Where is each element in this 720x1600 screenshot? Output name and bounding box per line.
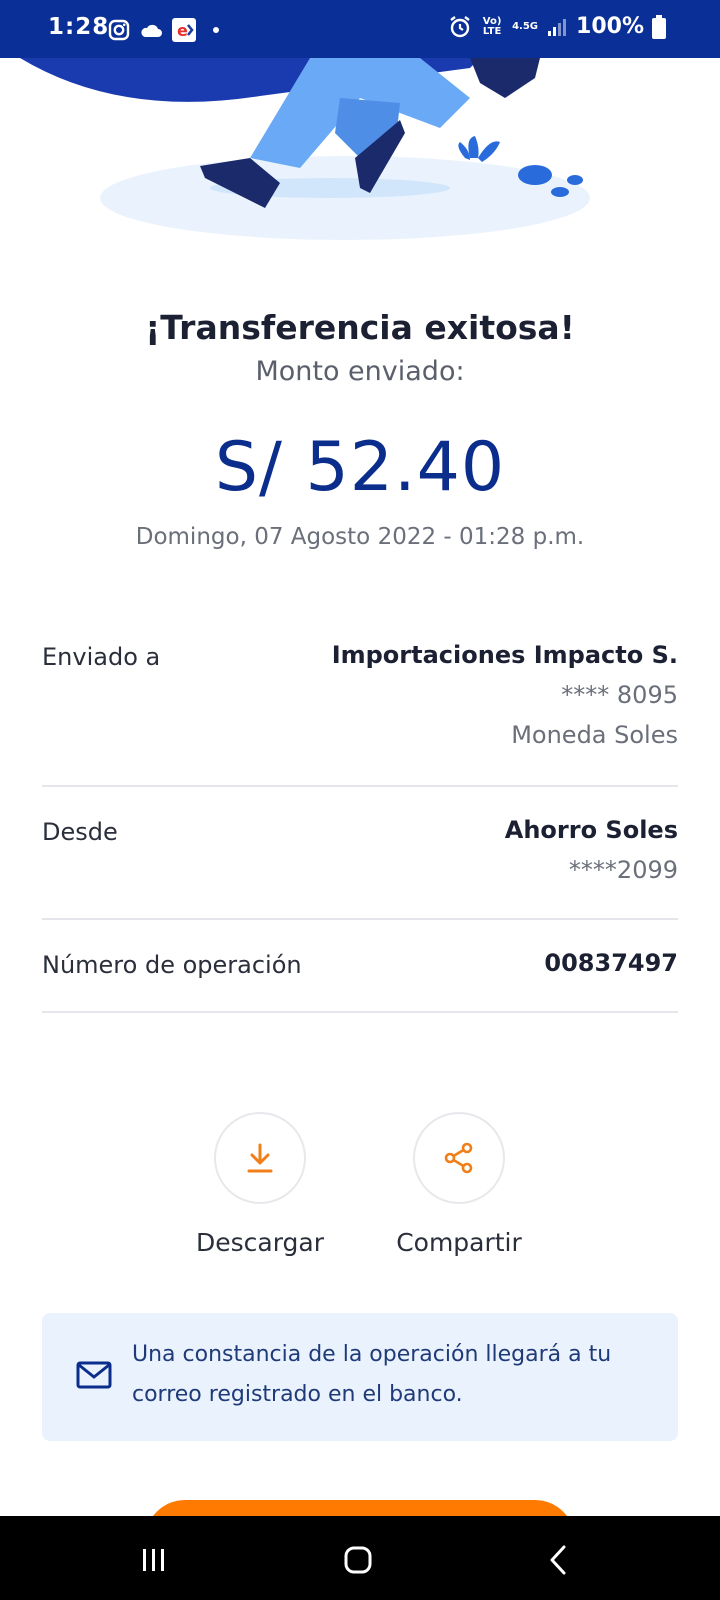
volte-label: Vo) LTE (482, 15, 502, 37)
status-bar: 1:28 e Vo) LTE 4.5G 100% (0, 0, 720, 58)
cloud-icon (141, 24, 162, 37)
success-illustration (20, 58, 590, 240)
network-speed: 4.5G (512, 20, 539, 32)
share-button[interactable]: Compartir (384, 1112, 534, 1257)
status-time: 1:28 (48, 14, 110, 40)
navigation-bar (0, 1516, 720, 1600)
home-icon[interactable] (342, 1544, 374, 1576)
email-notice-text: Una constancia de la operación llegará a… (132, 1342, 612, 1407)
back-icon[interactable] (546, 1544, 570, 1576)
alarm-icon (450, 15, 470, 37)
operation-values: 00837497 (544, 943, 678, 983)
email-notice-box: Una constancia de la operación llegará a… (42, 1313, 678, 1441)
operation-label: Número de operación (42, 951, 302, 979)
transfer-datetime: Domingo, 07 Agosto 2022 - 01:28 p.m. (135, 524, 585, 550)
notification-icons: e (108, 18, 219, 42)
download-label: Descargar (195, 1228, 325, 1257)
from-values: Ahorro Soles ****2099 (505, 810, 678, 890)
detail-row-sent-to: Enviado a Importaciones Impacto S. **** … (42, 641, 678, 787)
detail-row-operation: Número de operación 00837497 (42, 949, 678, 1013)
share-circle[interactable] (413, 1112, 505, 1204)
amount-label: Monto enviado: (255, 356, 465, 387)
download-icon (247, 1143, 273, 1173)
download-button[interactable]: Descargar (185, 1112, 335, 1257)
amount-sent: S/ 52.40 (214, 428, 506, 507)
source-account-name: Ahorro Soles (504, 816, 678, 844)
from-label: Desde (42, 818, 118, 846)
instagram-icon (108, 19, 130, 41)
download-circle[interactable] (214, 1112, 306, 1204)
svg-text:e: e (177, 21, 188, 40)
success-title: ¡Transferencia exitosa! (145, 308, 575, 347)
source-account-number: ****2099 (568, 856, 678, 884)
recipient-account: **** 8095 (561, 681, 678, 709)
share-label: Compartir (396, 1228, 522, 1257)
bank-app-icon: e (172, 18, 196, 42)
sent-to-values: Importaciones Impacto S. **** 8095 Moned… (332, 635, 678, 755)
recipient-name: Importaciones Impacto S. (331, 641, 678, 669)
share-icon (444, 1142, 473, 1174)
more-notifications-dot (213, 27, 219, 33)
recipient-currency: Moneda Soles (511, 721, 678, 749)
recent-apps-icon[interactable] (140, 1546, 168, 1574)
mail-icon (76, 1361, 112, 1389)
sent-to-label: Enviado a (42, 643, 161, 671)
detail-row-from: Desde Ahorro Soles ****2099 (42, 816, 678, 920)
battery-percent: 100% (576, 14, 644, 39)
signal-icon (548, 18, 567, 36)
status-right: Vo) LTE 4.5G 100% (448, 14, 666, 39)
operation-number: 00837497 (544, 949, 678, 977)
battery-icon (652, 14, 666, 39)
